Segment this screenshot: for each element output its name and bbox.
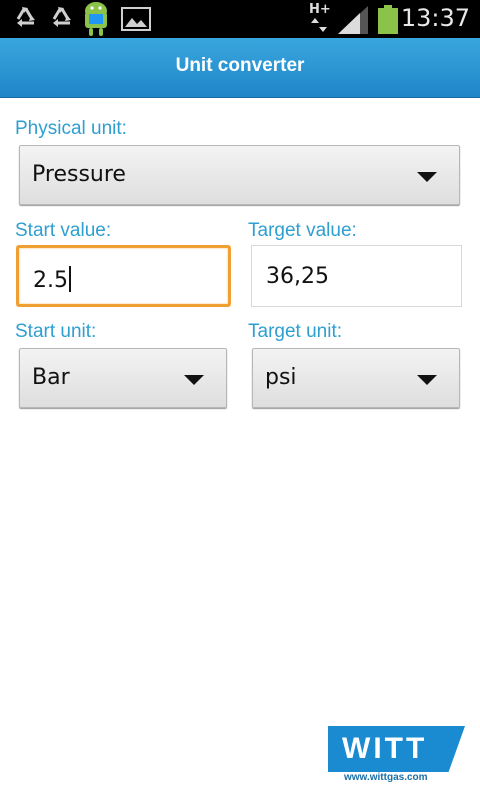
physical-unit-dropdown[interactable]: Pressure xyxy=(19,145,460,205)
data-arrows-icon xyxy=(311,18,327,32)
target-unit-value: psi xyxy=(265,365,297,390)
physical-unit-label: Physical unit: xyxy=(15,118,127,139)
target-value-field[interactable]: 36,25 xyxy=(251,245,462,307)
android-icon xyxy=(85,2,107,36)
physical-unit-value: Pressure xyxy=(32,162,126,187)
logo-brand: WITT xyxy=(342,732,428,765)
signal-icon xyxy=(338,6,368,34)
witt-logo: WITT www.wittgas.com xyxy=(328,726,465,788)
target-value-label: Target value: xyxy=(248,220,357,241)
network-type-label: H+ xyxy=(309,2,331,17)
battery-icon xyxy=(378,5,398,34)
target-value-text: 36,25 xyxy=(266,264,329,289)
target-unit-dropdown[interactable]: psi xyxy=(252,348,460,408)
status-bar: H+ 13:37 xyxy=(0,0,480,38)
target-unit-label: Target unit: xyxy=(248,321,342,342)
chevron-down-icon xyxy=(184,375,204,385)
start-unit-value: Bar xyxy=(32,365,70,390)
recycle-icon xyxy=(16,7,35,27)
text-cursor xyxy=(69,266,71,292)
title-bar: Unit converter xyxy=(0,38,480,98)
chevron-down-icon xyxy=(417,172,437,182)
start-unit-dropdown[interactable]: Bar xyxy=(19,348,227,408)
start-value-input[interactable]: 2.5 xyxy=(16,245,231,307)
chevron-down-icon xyxy=(417,375,437,385)
start-unit-label: Start unit: xyxy=(15,321,97,342)
logo-url: www.wittgas.com xyxy=(344,772,428,783)
clock: 13:37 xyxy=(400,4,470,32)
witt-logo-badge: WITT xyxy=(328,726,465,772)
app-title: Unit converter xyxy=(175,55,305,76)
start-value-label: Start value: xyxy=(15,220,112,241)
image-icon xyxy=(121,7,151,31)
recycle-icon xyxy=(52,7,71,27)
start-value-text: 2.5 xyxy=(33,268,68,293)
